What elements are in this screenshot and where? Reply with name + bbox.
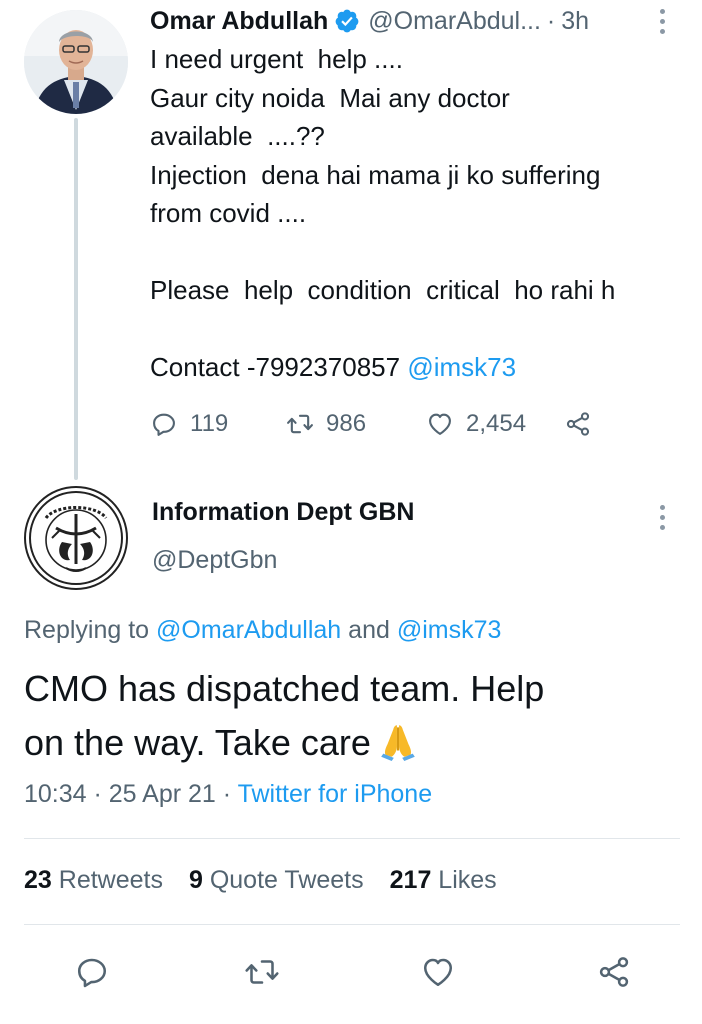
tweet-text-line-blank [150,233,690,272]
tweet-text-line: I need urgent help .... [150,44,403,74]
author-name[interactable]: Omar Abdullah [150,7,328,36]
engagement-stats: 23 Retweets 9 Quote Tweets 217 Likes [24,866,523,895]
likes-number: 217 [389,866,432,894]
share-button[interactable] [592,950,636,994]
share-icon [599,957,629,987]
reply-text-line: on the way. Take care [24,722,371,763]
replying-and: and [341,616,397,644]
reply-button[interactable] [70,950,114,994]
separator-dot: · [546,6,556,35]
tweet-meta: 10:34 · 25 Apr 21 · Twitter for iPhone [24,780,432,809]
reply-tweet-actions [0,950,702,994]
replying-to-line: Replying to @OmarAbdullah and @imsk73 [24,616,501,645]
author-handle[interactable]: @OmarAbdul... [368,7,541,36]
tweet-text-line-contact: Contact -7992370857 @imsk73 [150,348,690,387]
likes-label: Likes [431,866,497,894]
heart-icon [423,958,453,987]
quotes-number: 9 [188,866,203,894]
tweet-detail-page: Omar Abdullah @OmarAbdul... · 3h I need … [0,0,702,1024]
retweets-stat[interactable]: 23 Retweets [24,866,163,895]
retweet-button[interactable] [240,950,284,994]
replying-prefix: Replying to [24,616,157,644]
retweet-icon [287,414,313,434]
reply-button[interactable]: 119 [150,404,228,444]
retweets-number: 23 [24,866,52,894]
parent-tweet-header: Omar Abdullah @OmarAbdul... · 3h [150,4,690,38]
folded-hands-emoji [381,725,415,761]
tweet-text-line-blank [150,310,690,349]
dept-emblem-avatar[interactable] [24,486,128,590]
more-vertical-icon[interactable] [652,6,672,36]
parent-tweet-actions: 119 986 2,454 [150,404,600,444]
avatar-photo [24,10,128,114]
mention-link[interactable]: @OmarAbdullah [156,616,341,644]
tweet-text-line: Please help condition critical ho rahi h [150,275,616,305]
parent-tweet[interactable]: Omar Abdullah @OmarAbdul... · 3h I need … [0,0,702,480]
reply-text-line-2: on the way. Take care [24,716,684,770]
tweet-text-line: from covid .... [150,198,307,228]
retweet-icon [245,960,279,984]
tweet-timestamp: 10:34 · 25 Apr 21 · [24,780,238,808]
divider [24,838,680,839]
share-button[interactable] [564,404,592,444]
more-vertical-icon[interactable] [652,502,672,532]
tweet-text-line: available ....?? [150,121,325,151]
thread-connector-line [74,118,78,480]
author-avatar[interactable] [24,10,128,114]
quotes-label: Quote Tweets [202,866,364,894]
mention-link[interactable]: @imsk73 [407,352,516,382]
mention-link[interactable]: @imsk73 [397,616,502,644]
tweet-text-line: Gaur city noida Mai any doctor [150,82,510,113]
tweet-text-line: Injection dena hai mama ji ko suffering [150,159,601,190]
reply-author-handle[interactable]: @DeptGbn [152,546,277,575]
parent-tweet-text: I need urgent help .... Gaur city noida … [150,40,690,387]
heart-icon [429,413,451,435]
share-icon [566,412,590,436]
contact-text: Contact -7992370857 [150,352,408,382]
likes-stat[interactable]: 217 Likes [390,866,497,895]
reply-icon [77,958,107,988]
like-count: 2,454 [466,410,527,437]
like-button[interactable] [416,950,460,994]
state-emblem-image [29,491,123,585]
retweets-label: Retweets [51,866,163,894]
reply-count: 119 [190,410,229,437]
retweet-button[interactable]: 986 [286,404,366,444]
divider [24,924,680,925]
reply-icon [153,413,175,436]
verified-badge-icon [335,9,359,33]
reply-author-name[interactable]: Information Dept GBN [152,498,415,527]
reply-tweet-text: CMO has dispatched team. Help on the way… [24,662,684,770]
like-button[interactable]: 2,454 [426,404,526,444]
tweet-source-link[interactable]: Twitter for iPhone [238,780,433,808]
tweet-time[interactable]: 3h [561,7,589,36]
reply-text-line: CMO has dispatched team. Help [24,668,545,709]
quote-tweets-stat[interactable]: 9 Quote Tweets [189,866,364,895]
retweet-count: 986 [326,410,367,437]
